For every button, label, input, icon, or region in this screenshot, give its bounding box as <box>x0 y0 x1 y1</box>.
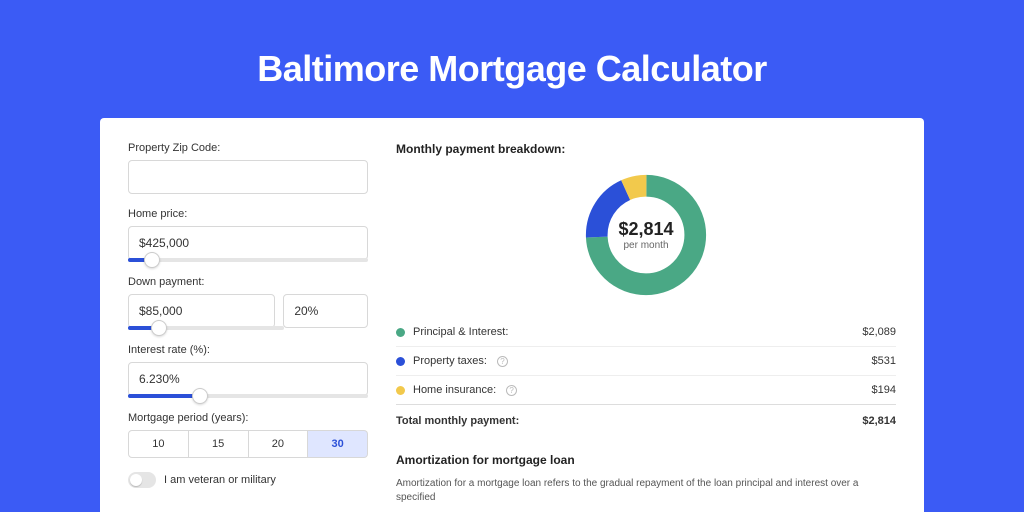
legend-total-value: $2,814 <box>862 415 896 427</box>
legend: Principal & Interest: $2,089 Property taxe… <box>396 318 896 404</box>
veteran-label: I am veteran or military <box>164 474 276 486</box>
interest-slider-fill <box>128 394 200 398</box>
donut-amount: $2,814 <box>618 219 673 240</box>
zip-field-group: Property Zip Code: <box>128 142 368 194</box>
legend-dot-icon <box>396 386 405 395</box>
home-price-input[interactable] <box>128 226 368 260</box>
legend-dot-icon <box>396 357 405 366</box>
period-button-15[interactable]: 15 <box>189 430 249 458</box>
home-price-label: Home price: <box>128 208 368 220</box>
period-buttons: 10152030 <box>128 430 368 458</box>
legend-label: Property taxes: <box>413 355 487 367</box>
legend-row: Principal & Interest: $2,089 <box>396 318 896 346</box>
donut-center: $2,814 per month <box>618 219 673 251</box>
period-button-30[interactable]: 30 <box>308 430 368 458</box>
home-price-slider-thumb[interactable] <box>144 252 160 268</box>
down-payment-label: Down payment: <box>128 276 368 288</box>
legend-dot-icon <box>396 328 405 337</box>
interest-slider-thumb[interactable] <box>192 388 208 404</box>
info-icon[interactable]: ? <box>497 356 508 367</box>
interest-input[interactable] <box>128 362 368 396</box>
form-column: Property Zip Code: Home price: Down paym… <box>128 142 368 512</box>
zip-input[interactable] <box>128 160 368 194</box>
legend-row: Property taxes:? $531 <box>396 346 896 375</box>
amortization-section: Amortization for mortgage loan Amortizat… <box>396 453 896 505</box>
legend-row: Home insurance:? $194 <box>396 375 896 404</box>
amortization-heading: Amortization for mortgage loan <box>396 453 896 467</box>
veteran-row: I am veteran or military <box>128 472 368 488</box>
page-title: Baltimore Mortgage Calculator <box>100 48 924 90</box>
zip-label: Property Zip Code: <box>128 142 368 154</box>
legend-value: $2,089 <box>862 326 896 338</box>
donut-wrap: $2,814 per month <box>396 170 896 300</box>
down-payment-pct-input[interactable] <box>283 294 368 328</box>
breakdown-column: Monthly payment breakdown: $2,814 per mo… <box>396 142 896 512</box>
period-label: Mortgage period (years): <box>128 412 368 424</box>
legend-total-row: Total monthly payment: $2,814 <box>396 404 896 435</box>
interest-field-group: Interest rate (%): <box>128 344 368 398</box>
down-payment-field-group: Down payment: <box>128 276 368 330</box>
legend-value: $194 <box>872 384 896 396</box>
breakdown-heading: Monthly payment breakdown: <box>396 142 896 156</box>
legend-label: Home insurance: <box>413 384 496 396</box>
legend-label: Principal & Interest: <box>413 326 508 338</box>
down-payment-input[interactable] <box>128 294 275 328</box>
calculator-card: Property Zip Code: Home price: Down paym… <box>100 118 924 512</box>
veteran-toggle[interactable] <box>128 472 156 488</box>
donut-chart: $2,814 per month <box>581 170 711 300</box>
period-button-10[interactable]: 10 <box>128 430 189 458</box>
legend-value: $531 <box>872 355 896 367</box>
down-payment-slider-thumb[interactable] <box>151 320 167 336</box>
home-price-slider[interactable] <box>128 258 368 262</box>
legend-total-label: Total monthly payment: <box>396 415 519 427</box>
toggle-knob <box>130 474 142 486</box>
period-field-group: Mortgage period (years): 10152030 <box>128 412 368 458</box>
home-price-field-group: Home price: <box>128 208 368 262</box>
donut-sub: per month <box>618 240 673 251</box>
period-button-20[interactable]: 20 <box>249 430 309 458</box>
interest-label: Interest rate (%): <box>128 344 368 356</box>
interest-slider[interactable] <box>128 394 368 398</box>
down-payment-slider[interactable] <box>128 326 284 330</box>
amortization-text: Amortization for a mortgage loan refers … <box>396 477 896 505</box>
info-icon[interactable]: ? <box>506 385 517 396</box>
